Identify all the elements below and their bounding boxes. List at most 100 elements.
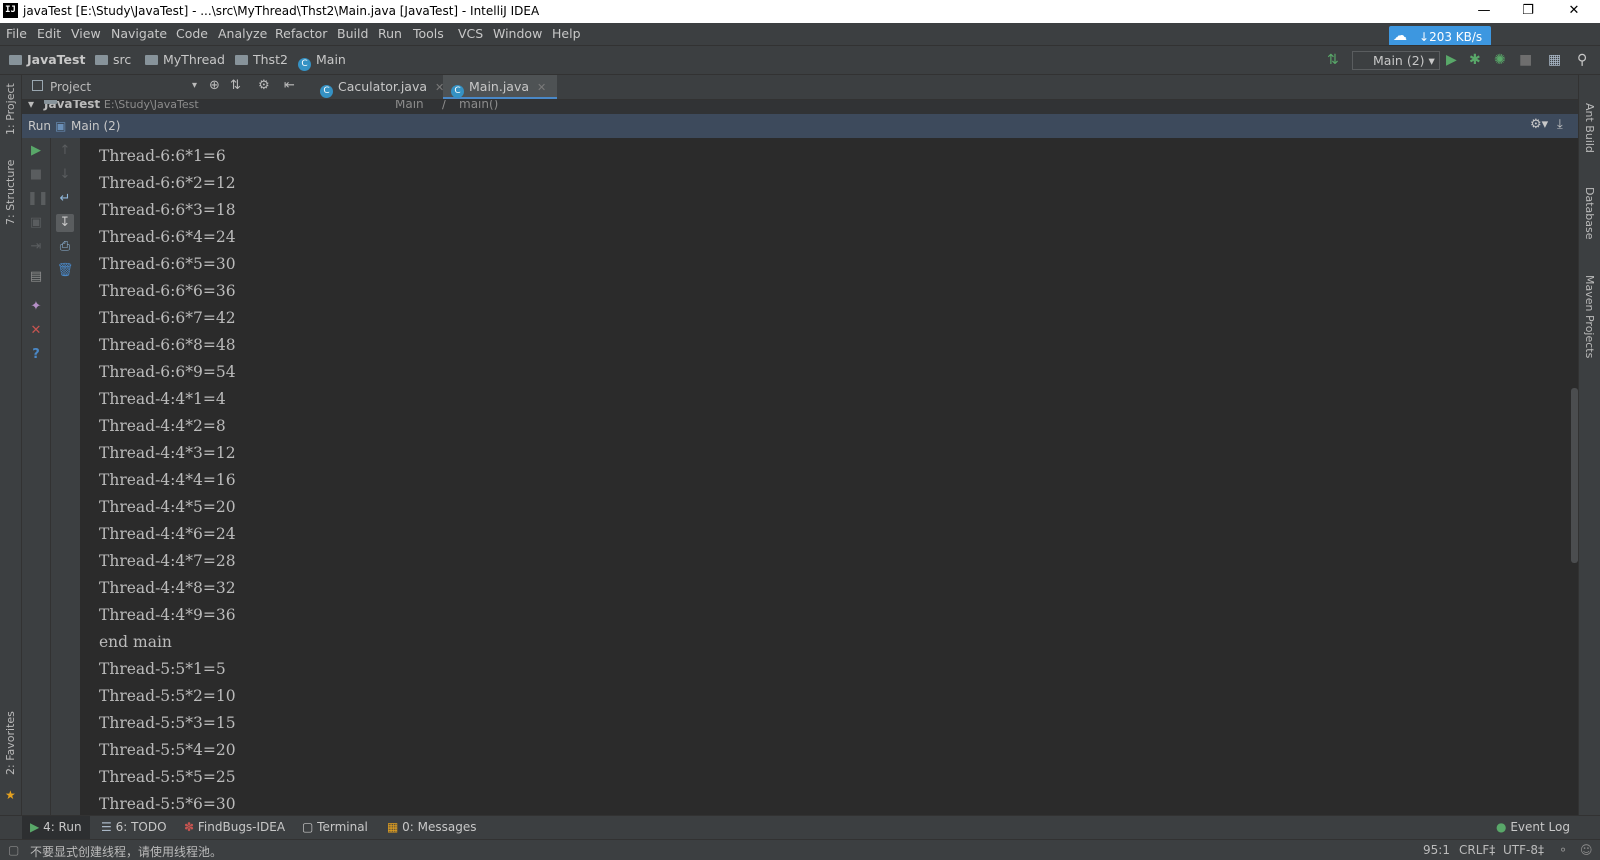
menu-analyze[interactable]: Analyze bbox=[218, 26, 267, 41]
chevron-down-icon[interactable]: ▾ bbox=[192, 80, 197, 91]
breadcrumb-javatest[interactable]: JavaTest bbox=[9, 52, 85, 67]
breadcrumb-mythread[interactable]: MyThread bbox=[145, 52, 225, 67]
console-line: Thread-5:5*4=20 bbox=[99, 741, 236, 759]
console-line: Thread-4:4*3=12 bbox=[99, 444, 236, 462]
scroll-to-end-icon[interactable]: ↧ bbox=[56, 214, 74, 232]
terminal-icon: ▢ bbox=[302, 820, 314, 834]
todo-icon: ☰ bbox=[101, 820, 112, 834]
editor-breadcrumb-class[interactable]: Main bbox=[395, 100, 424, 111]
editor-breadcrumb-separator: / bbox=[442, 100, 447, 111]
menu-view[interactable]: View bbox=[71, 26, 101, 41]
breadcrumb-thst2[interactable]: Thst2 bbox=[235, 52, 288, 67]
rerun-icon[interactable]: ▶ bbox=[27, 142, 45, 160]
stop-icon[interactable]: ■ bbox=[1519, 52, 1532, 68]
project-panel-title[interactable]: Project bbox=[50, 80, 91, 94]
help-icon[interactable]: ? bbox=[27, 346, 45, 364]
project-panel-header: Project ▾ ⊕ ⇅ ⚙ ⇤ bbox=[22, 75, 310, 100]
stop-icon[interactable]: ■ bbox=[27, 166, 45, 184]
print-icon[interactable]: ⎙ bbox=[56, 238, 74, 256]
hide-panel-icon[interactable]: ⇤ bbox=[284, 78, 295, 93]
menu-refactor[interactable]: Refactor bbox=[275, 26, 327, 41]
console-line: Thread-4:4*6=24 bbox=[99, 525, 236, 543]
soft-wrap-icon[interactable]: ↵ bbox=[56, 190, 74, 208]
build-project-icon[interactable]: ⇅ bbox=[1327, 52, 1339, 68]
window-title: javaTest [E:\Study\JavaTest] - ...\src\M… bbox=[23, 4, 540, 18]
menu-edit[interactable]: Edit bbox=[37, 26, 61, 41]
editor-breadcrumb-strip: ▾ JavaTest E:\Study\JavaTest Main / main… bbox=[22, 100, 1578, 114]
bottom-tab-todo[interactable]: ☰ 6: TODO bbox=[93, 816, 175, 839]
tree-expand-icon[interactable]: ▾ bbox=[28, 100, 34, 111]
breadcrumb-src[interactable]: src bbox=[95, 52, 131, 67]
project-root[interactable]: JavaTest E:\Study\JavaTest bbox=[44, 100, 199, 111]
exit-icon[interactable]: ⇥ bbox=[27, 238, 45, 256]
gear-icon[interactable]: ⚙▾ bbox=[1530, 117, 1548, 132]
close-icon[interactable]: ✕ bbox=[1552, 0, 1596, 23]
line-separator[interactable]: CRLF‡ bbox=[1459, 843, 1495, 857]
close-icon[interactable]: ✕ bbox=[537, 81, 546, 94]
bottom-tab-terminal[interactable]: ▢ Terminal bbox=[294, 816, 376, 839]
minimize-icon[interactable]: — bbox=[1462, 0, 1506, 23]
search-icon[interactable]: ⚲ bbox=[1577, 52, 1587, 68]
debug-icon[interactable]: ✱ bbox=[1469, 52, 1481, 68]
breadcrumb-main[interactable]: C Main bbox=[298, 52, 346, 71]
menu-window[interactable]: Window bbox=[493, 26, 542, 41]
editor-breadcrumb-method[interactable]: main() bbox=[459, 100, 498, 111]
run-icon[interactable]: ▶ bbox=[1446, 52, 1457, 68]
project-structure-icon[interactable]: ▦ bbox=[1548, 52, 1561, 68]
collapse-all-icon[interactable]: ⇅ bbox=[230, 78, 241, 93]
pin-icon[interactable]: ✦ bbox=[27, 298, 45, 316]
editor-tabs: C Caculator.java ✕ C Main.java ✕ bbox=[310, 75, 1578, 100]
trash-icon[interactable]: 🗑 bbox=[56, 262, 74, 280]
tool-window-database[interactable]: Database bbox=[1583, 187, 1596, 240]
tool-window-project[interactable]: 1: Project bbox=[4, 83, 17, 135]
event-log-button[interactable]: ● Event Log bbox=[1488, 816, 1578, 839]
console-line: Thread-4:4*2=8 bbox=[99, 417, 226, 435]
console-line: Thread-6:6*3=18 bbox=[99, 201, 236, 219]
folder-icon bbox=[235, 55, 248, 65]
run-config-select[interactable]: Main (2) ▾ bbox=[1352, 51, 1440, 70]
console-line: Thread-6:6*5=30 bbox=[99, 255, 236, 273]
inspector-icon[interactable]: ☺ bbox=[1580, 843, 1593, 857]
messages-icon: ▦ bbox=[387, 820, 399, 834]
tool-window-favorites[interactable]: 2: Favorites bbox=[4, 711, 17, 775]
caret-position[interactable]: 95:1 bbox=[1423, 843, 1450, 857]
console-line: Thread-6:6*2=12 bbox=[99, 174, 236, 192]
tool-window-structure[interactable]: 7: Structure bbox=[4, 160, 17, 225]
menu-navigate[interactable]: Navigate bbox=[111, 26, 167, 41]
console-output[interactable]: Thread-6:6*1=6 Thread-6:6*2=12 Thread-6:… bbox=[81, 138, 1571, 815]
status-bar: ▢ 不要显式创建线程，请使用线程池。 95:1 CRLF‡ UTF-8‡ ⚬ ☺ bbox=[0, 839, 1600, 860]
lock-icon[interactable]: ⚬ bbox=[1558, 843, 1568, 857]
gear-icon[interactable]: ⚙ bbox=[258, 78, 270, 93]
tool-window-maven[interactable]: Maven Projects bbox=[1583, 275, 1596, 358]
menu-code[interactable]: Code bbox=[176, 26, 208, 41]
hide-panel-icon[interactable]: ⤓ bbox=[1557, 117, 1563, 132]
title-bar: IJ javaTest [E:\Study\JavaTest] - ...\sr… bbox=[0, 0, 1600, 23]
close-icon[interactable]: ✕ bbox=[27, 322, 45, 340]
console-line: Thread-6:6*8=48 bbox=[99, 336, 236, 354]
menu-vcs[interactable]: VCS bbox=[458, 26, 483, 41]
tab-caculator-java[interactable]: C Caculator.java ✕ bbox=[312, 75, 444, 99]
bottom-tab-findbugs[interactable]: ✽ FindBugs-IDEA bbox=[176, 816, 293, 839]
menu-file[interactable]: File bbox=[6, 26, 27, 41]
menu-run[interactable]: Run bbox=[378, 26, 402, 41]
folder-icon bbox=[44, 100, 57, 104]
menu-help[interactable]: Help bbox=[552, 26, 581, 41]
scroll-from-source-icon[interactable]: ⊕ bbox=[209, 78, 220, 93]
file-encoding[interactable]: UTF-8‡ bbox=[1503, 843, 1544, 857]
pause-icon[interactable]: ❚❚ bbox=[27, 190, 49, 208]
arrow-down-icon[interactable]: ↓ bbox=[56, 166, 74, 184]
layout-icon[interactable]: ▤ bbox=[27, 268, 45, 286]
restore-icon[interactable]: ❐ bbox=[1506, 0, 1550, 23]
bottom-tab-run[interactable]: ▶ 4: Run bbox=[22, 816, 90, 839]
tab-main-java[interactable]: C Main.java ✕ bbox=[443, 75, 557, 99]
dump-threads-icon[interactable]: ▣ bbox=[27, 214, 45, 232]
run-tab-main2[interactable]: Main (2) bbox=[71, 119, 120, 133]
console-scrollbar[interactable] bbox=[1571, 388, 1578, 563]
arrow-up-icon[interactable]: ↑ bbox=[56, 142, 74, 160]
bottom-tab-messages[interactable]: ▦ 0: Messages bbox=[379, 816, 485, 839]
menu-build[interactable]: Build bbox=[337, 26, 368, 41]
coverage-icon[interactable]: ✺ bbox=[1494, 52, 1506, 68]
menu-tools[interactable]: Tools bbox=[413, 26, 444, 41]
toggle-tool-windows-icon[interactable]: ▢ bbox=[8, 843, 19, 857]
tool-window-ant-build[interactable]: Ant Build bbox=[1583, 103, 1596, 153]
